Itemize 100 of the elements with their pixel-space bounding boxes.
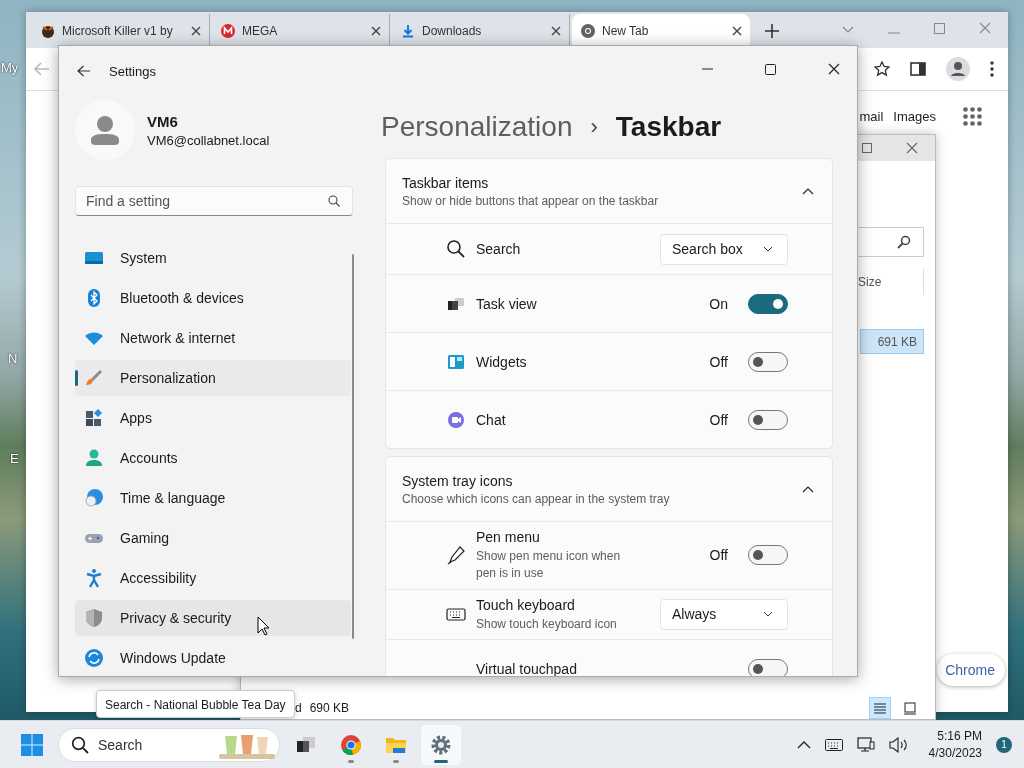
breadcrumb-separator: ›	[590, 114, 598, 140]
accessibility-icon	[84, 568, 104, 588]
desktop-icon-label[interactable]: E	[10, 451, 19, 466]
shield-icon	[84, 608, 104, 628]
nav-item[interactable]: Personalization	[75, 360, 351, 396]
sidebar-icon[interactable]	[910, 61, 926, 77]
toggle-switch[interactable]	[748, 409, 788, 430]
nav-item[interactable]: Windows Update	[75, 640, 351, 676]
section-header[interactable]: System tray icons Choose which icons can appear in the system tray	[386, 457, 832, 521]
toggle-state-label: Off	[709, 547, 728, 564]
apps-grid-icon[interactable]	[963, 107, 982, 126]
nav-item[interactable]: Network & internet	[75, 320, 351, 356]
running-indicator	[393, 759, 399, 763]
details-view-icon[interactable]	[869, 697, 891, 719]
nav-item[interactable]: Gaming	[75, 520, 351, 556]
window-title: Settings	[109, 63, 156, 79]
setting-label: Pen menu	[476, 529, 541, 545]
close-icon[interactable]	[551, 26, 561, 36]
network-icon[interactable]	[856, 735, 875, 754]
browser-logo-icon	[340, 733, 362, 756]
profile-avatar-icon[interactable]	[946, 57, 970, 81]
close-icon[interactable]	[371, 26, 381, 36]
close-icon[interactable]	[732, 26, 742, 36]
star-icon[interactable]	[874, 61, 890, 77]
keyboard-icon[interactable]	[824, 738, 843, 751]
status-size: 690 KB	[309, 701, 350, 715]
setting-label: Touch keyboard	[476, 596, 576, 613]
maximize-icon[interactable]	[765, 63, 776, 75]
plus-icon[interactable]	[765, 24, 779, 38]
more-menu-icon[interactable]	[990, 61, 994, 77]
setting-label: Virtual touchpad	[476, 660, 578, 676]
search-field[interactable]: Find a setting	[75, 186, 353, 216]
breadcrumb-link[interactable]: Personalization	[381, 111, 573, 143]
setting-label: Task view	[476, 295, 538, 312]
search-icon	[71, 735, 89, 754]
nav-item[interactable]: Accounts	[75, 440, 351, 476]
section-subtitle: Choose which icons can appear in the system tray	[402, 491, 671, 506]
file-size: 691 KB	[877, 334, 917, 349]
nav-item[interactable]: Privacy & security	[75, 600, 351, 636]
chevron-up-icon[interactable]	[802, 187, 814, 195]
person-icon	[84, 448, 104, 468]
toggle-switch[interactable]	[748, 658, 788, 676]
avatar-silhouette	[75, 100, 135, 160]
page-title: Taskbar	[615, 111, 722, 143]
setting-label: Search	[476, 241, 522, 257]
windows-logo-icon[interactable]	[21, 733, 43, 756]
nav-item[interactable]: Bluetooth & devices	[75, 280, 351, 316]
chevron-down-icon	[763, 611, 773, 618]
download-icon	[400, 23, 416, 39]
tooltip: Search - National Bubble Tea Day	[96, 690, 295, 718]
logo-icon	[40, 23, 56, 39]
close-icon[interactable]	[191, 26, 201, 36]
setting-description: Show touch keyboard icon	[476, 615, 618, 633]
chevron-up-icon[interactable]	[802, 485, 814, 493]
search-icon	[897, 235, 911, 249]
customize-button[interactable]: Chrome	[937, 654, 1005, 686]
file-row[interactable]: 691 KB	[860, 329, 924, 354]
link[interactable]: Images	[893, 109, 936, 124]
user-email: VM6@collabnet.local	[147, 132, 270, 148]
close-icon[interactable]	[828, 63, 840, 75]
toggle-state-label: Off	[709, 411, 728, 428]
dropdown[interactable]: Search box	[660, 233, 788, 265]
volume-icon[interactable]	[888, 736, 909, 753]
nav-item[interactable]: System	[75, 240, 351, 276]
section-title: Taskbar items	[402, 174, 490, 191]
chevron-up-icon[interactable]	[796, 740, 811, 749]
browser-logo-icon	[580, 23, 596, 39]
mouse-cursor-icon	[257, 616, 270, 636]
setting-label: Widgets	[476, 353, 528, 370]
browser-tab[interactable]: New Tab	[572, 14, 750, 48]
link[interactable]: mail	[859, 109, 884, 124]
nav-item[interactable]: Time & language	[75, 480, 351, 516]
refresh-icon	[84, 648, 104, 668]
back-arrow-icon[interactable]	[77, 65, 91, 77]
section-subtitle: Show or hide buttons that appear on the taskbar	[402, 193, 660, 208]
gear-icon	[430, 733, 452, 756]
running-indicator	[434, 759, 448, 763]
toggle-switch[interactable]	[748, 351, 788, 372]
pen-icon	[446, 545, 466, 566]
chevron-down-icon[interactable]	[842, 26, 854, 34]
toggle-switch[interactable]	[748, 545, 788, 566]
clock[interactable]: 5:16 PM 4/30/2023	[928, 729, 982, 760]
status-text: d	[295, 701, 302, 715]
section-title: System tray icons	[402, 472, 514, 489]
dropdown[interactable]: Always	[660, 599, 788, 630]
search-icon	[446, 239, 466, 259]
section-header[interactable]: Taskbar items Show or hide buttons that appear on the taskbar	[386, 159, 832, 223]
toggle-switch[interactable]	[748, 293, 788, 314]
running-indicator	[348, 759, 354, 763]
notification-badge[interactable]: 1	[996, 736, 1012, 753]
toggle-state-label: On	[709, 295, 728, 312]
nav-item[interactable]: Accessibility	[75, 560, 351, 596]
setting-label: Chat	[476, 411, 507, 428]
chat-icon	[446, 409, 466, 430]
chevron-down-icon	[763, 246, 773, 252]
selection-indicator	[75, 370, 78, 386]
taskbar-search-button[interactable]: Search	[58, 727, 280, 762]
scrollbar[interactable]	[352, 254, 354, 639]
logo-icon	[220, 23, 236, 39]
nav-item[interactable]: Apps	[75, 400, 351, 436]
